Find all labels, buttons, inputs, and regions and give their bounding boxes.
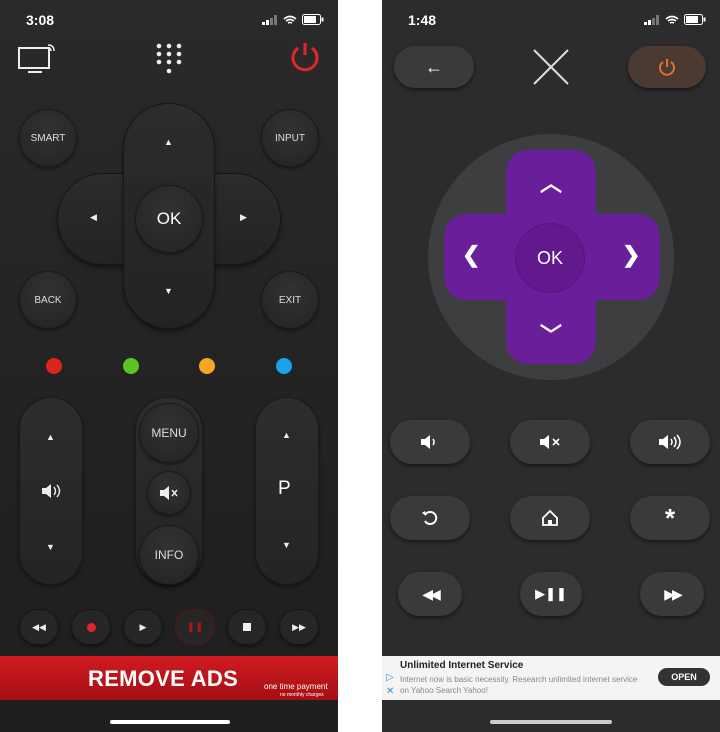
cast-tv-icon[interactable] [18, 44, 58, 76]
ad-banner[interactable]: ▷ ✕ Unlimited Internet Service Internet … [382, 656, 720, 700]
ad-title: Unlimited Internet Service [400, 660, 524, 671]
ad-body: Internet now is basic necessity. Researc… [400, 675, 638, 695]
status-icons [262, 14, 324, 25]
battery-icon [684, 14, 706, 25]
home-indicator [110, 720, 230, 724]
dpad-up-button[interactable]: ︿ [540, 166, 562, 198]
channel-label: P [278, 478, 291, 499]
mute-button[interactable] [510, 420, 590, 464]
dpad-down-button[interactable]: ﹀ [540, 318, 562, 350]
play-button[interactable]: ▶ [124, 610, 162, 644]
volume-low-icon [421, 435, 435, 449]
dpad-up-button[interactable]: ▲ [164, 137, 173, 147]
fast-forward-button[interactable]: ▶▶ [640, 572, 704, 616]
volume-up-button[interactable]: ▲ [46, 432, 55, 442]
dpad-right-button[interactable]: ❯ [622, 242, 640, 268]
close-icon[interactable] [532, 48, 570, 86]
fast-forward-icon: ▶▶ [292, 621, 306, 632]
menu-button[interactable]: MENU [140, 404, 198, 462]
channel-up-button[interactable]: ▲ [282, 430, 291, 440]
home-icon [542, 509, 558, 526]
signal-icon [262, 14, 277, 25]
ad-close-icon[interactable]: ✕ [386, 686, 394, 697]
wifi-icon [665, 15, 679, 24]
fast-forward-button[interactable]: ▶▶ [280, 610, 318, 644]
pause-icon: ❚❚ [186, 621, 204, 633]
right-phone-screen: 1:48 ← ︿ ﹀ ❮ ❯ OK * ◀◀ ▶❚❚ ▶▶ ▷ ✕ Unlimi… [382, 0, 720, 732]
channel-down-button[interactable]: ▼ [282, 540, 291, 550]
rewind-button[interactable]: ◀◀ [20, 610, 58, 644]
channel-rocker: ▲ P ▼ [256, 398, 318, 584]
ad-choices-icon[interactable]: ▷ [386, 672, 394, 683]
arrow-left-icon: ← [425, 56, 443, 77]
fast-forward-icon: ▶▶ [664, 585, 682, 602]
power-button[interactable] [628, 46, 706, 88]
info-button[interactable]: INFO [140, 526, 198, 584]
dpad-right-button[interactable]: ▶ [240, 212, 247, 223]
dpad-left-button[interactable]: ❮ [462, 242, 480, 268]
battery-icon [302, 14, 324, 25]
pause-button[interactable]: ❚❚ [176, 610, 214, 644]
back-button[interactable]: ← [394, 46, 474, 88]
signal-icon [644, 14, 659, 25]
play-pause-button[interactable]: ▶❚❚ [520, 572, 582, 616]
play-icon: ▶ [139, 621, 147, 632]
stop-button[interactable] [228, 610, 266, 644]
volume-down-button[interactable] [390, 420, 470, 464]
dpad-left-button[interactable]: ◀ [90, 212, 97, 223]
rewind-icon: ◀◀ [32, 621, 46, 632]
power-icon [659, 59, 675, 76]
mute-button[interactable] [148, 472, 190, 514]
asterisk-icon: * [664, 502, 676, 533]
mute-icon [160, 486, 178, 500]
ok-button[interactable]: OK [516, 224, 584, 292]
wifi-icon [283, 15, 297, 24]
replay-icon [422, 511, 438, 525]
replay-button[interactable] [390, 496, 470, 540]
green-button[interactable] [123, 358, 139, 374]
remove-ads-subtitle: one time payment [264, 682, 328, 691]
back-button[interactable]: BACK [20, 272, 76, 328]
dpad-down-button[interactable]: ▼ [164, 286, 173, 296]
volume-rocker: ▲ ▼ [20, 398, 82, 584]
rewind-icon: ◀◀ [422, 585, 440, 602]
status-icons [644, 14, 706, 25]
record-button[interactable] [72, 610, 110, 644]
options-star-button[interactable]: * [630, 496, 710, 540]
status-time: 3:08 [26, 12, 55, 28]
home-indicator [490, 720, 612, 724]
remove-ads-banner[interactable]: REMOVE ADS one time payment no monthly c… [0, 656, 338, 700]
numpad-icon[interactable] [155, 42, 183, 76]
rewind-button[interactable]: ◀◀ [398, 572, 462, 616]
ad-open-button[interactable]: OPEN [658, 668, 710, 686]
left-phone-screen: 3:08 ▲ ▼ ◀ ▶ OK SMART INPUT BACK EXIT ▲ … [0, 0, 338, 732]
power-icon[interactable] [289, 40, 321, 74]
remove-ads-title: REMOVE ADS [88, 666, 239, 691]
volume-icon [42, 484, 61, 498]
play-pause-icon: ▶❚❚ [535, 586, 567, 601]
volume-down-button[interactable]: ▼ [46, 542, 55, 552]
smart-button[interactable]: SMART [20, 110, 76, 166]
status-time: 1:48 [408, 12, 437, 28]
input-button[interactable]: INPUT [262, 110, 318, 166]
red-button[interactable] [46, 358, 62, 374]
exit-button[interactable]: EXIT [262, 272, 318, 328]
yellow-button[interactable] [199, 358, 215, 374]
mute-icon [540, 435, 560, 449]
volume-high-icon [659, 434, 681, 450]
volume-up-button[interactable] [630, 420, 710, 464]
stop-icon [243, 623, 251, 631]
ok-button[interactable]: OK [136, 186, 202, 252]
record-icon [86, 622, 96, 632]
blue-button[interactable] [276, 358, 292, 374]
home-button[interactable] [510, 496, 590, 540]
remove-ads-note: no monthly charges [280, 692, 324, 698]
